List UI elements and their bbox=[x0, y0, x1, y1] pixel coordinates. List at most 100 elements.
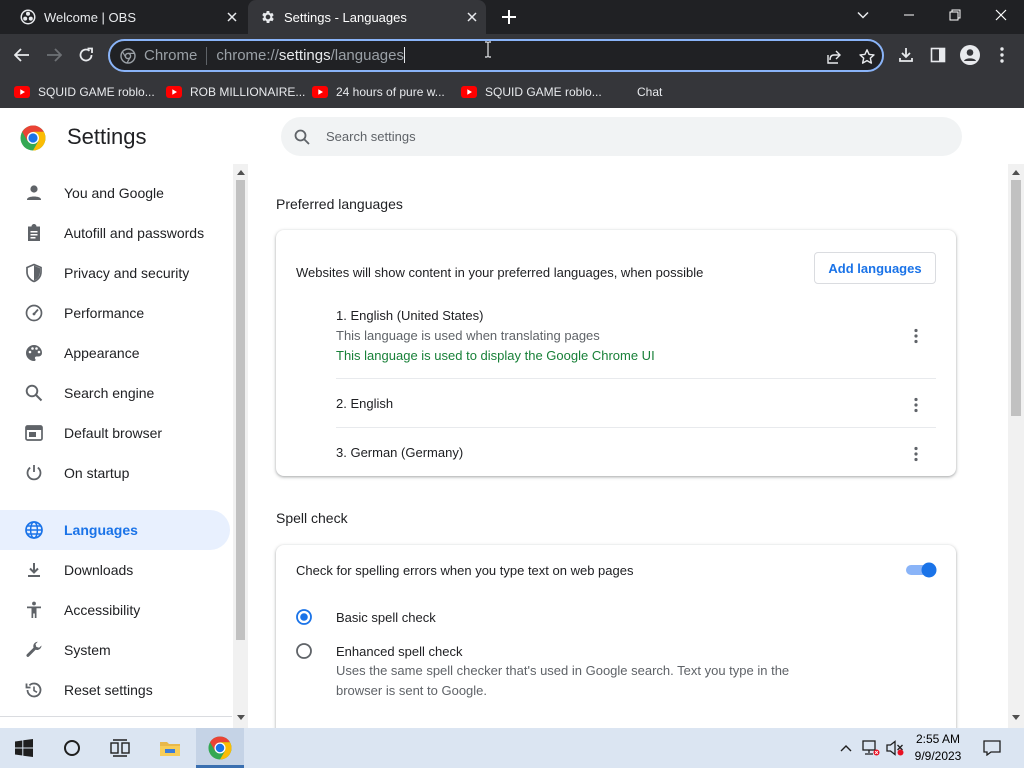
search-button[interactable] bbox=[48, 728, 96, 768]
bookmark-label: SQUID GAME roblo... bbox=[485, 85, 602, 99]
more-vertical-icon bbox=[1000, 47, 1004, 63]
minimize-button[interactable] bbox=[886, 0, 932, 30]
sidebar-item-on-startup[interactable]: On startup bbox=[0, 453, 232, 493]
sidebar-item-downloads[interactable]: Downloads bbox=[0, 550, 232, 590]
basic-spell-check-radio[interactable] bbox=[296, 609, 312, 625]
close-icon[interactable] bbox=[464, 9, 480, 25]
sidebar-item-reset[interactable]: Reset settings bbox=[0, 670, 232, 710]
profile-button[interactable] bbox=[959, 44, 981, 66]
sidebar-item-search-engine[interactable]: Search engine bbox=[0, 373, 232, 413]
power-icon bbox=[26, 465, 42, 481]
chevron-down-icon[interactable] bbox=[854, 6, 872, 24]
bookmark-item[interactable]: ROB MILLIONAIRE... bbox=[166, 82, 305, 102]
spell-check-label: Check for spelling errors when you type … bbox=[296, 563, 634, 578]
enhanced-spell-check-radio[interactable] bbox=[296, 643, 312, 659]
sidebar-item-privacy[interactable]: Privacy and security bbox=[0, 253, 232, 293]
sidebar-item-accessibility[interactable]: Accessibility bbox=[0, 590, 232, 630]
sidebar-item-languages[interactable]: Languages bbox=[0, 510, 230, 550]
network-button[interactable] bbox=[860, 728, 882, 768]
task-view-icon bbox=[110, 739, 130, 757]
sidebar-item-autofill[interactable]: Autofill and passwords bbox=[0, 213, 232, 253]
bookmark-label: ROB MILLIONAIRE... bbox=[190, 85, 306, 99]
sidebar-item-default-browser[interactable]: Default browser bbox=[0, 413, 232, 453]
sidebar-item-label: Reset settings bbox=[64, 682, 153, 698]
scroll-thumb[interactable] bbox=[1011, 180, 1021, 416]
bookmark-item[interactable]: 24 hours of pure w... bbox=[312, 82, 445, 102]
section-title-preferred-languages: Preferred languages bbox=[276, 196, 403, 212]
sidebar-scrollbar[interactable] bbox=[233, 164, 248, 728]
window-close-button[interactable] bbox=[978, 0, 1024, 30]
more-vertical-icon[interactable] bbox=[908, 397, 924, 413]
chrome-taskbar-button[interactable] bbox=[196, 728, 244, 768]
text-caret bbox=[404, 47, 405, 63]
file-explorer-button[interactable] bbox=[146, 728, 194, 768]
restore-button[interactable] bbox=[932, 0, 978, 30]
sidebar-item-appearance[interactable]: Appearance bbox=[0, 333, 232, 373]
tab-settings-languages[interactable]: Settings - Languages bbox=[248, 0, 486, 34]
sidebar-item-you-and-google[interactable]: You and Google bbox=[0, 173, 232, 213]
sidebar-item-label: Privacy and security bbox=[64, 265, 190, 281]
search-input[interactable] bbox=[326, 117, 926, 156]
share-icon[interactable] bbox=[825, 48, 843, 66]
address-bar[interactable]: Chrome chrome://settings/languages bbox=[108, 39, 884, 72]
chrome-logo-icon bbox=[208, 736, 232, 760]
side-panel-button[interactable] bbox=[927, 44, 949, 66]
menu-button[interactable] bbox=[991, 44, 1013, 66]
scroll-down-arrow-icon[interactable] bbox=[1012, 715, 1020, 721]
url-text[interactable]: chrome://settings/languages bbox=[216, 47, 405, 64]
show-hidden-icons-button[interactable] bbox=[836, 728, 856, 768]
sidebar-item-label: System bbox=[64, 642, 111, 658]
obs-icon bbox=[20, 9, 36, 25]
clipboard-icon bbox=[28, 224, 40, 241]
omnibox-separator bbox=[206, 46, 208, 65]
close-icon[interactable] bbox=[224, 9, 240, 25]
bookmark-item-chat[interactable]: Chat bbox=[637, 82, 662, 102]
action-center-button[interactable] bbox=[978, 728, 1006, 768]
row-divider bbox=[336, 378, 936, 379]
more-vertical-icon[interactable] bbox=[908, 328, 924, 344]
start-button[interactable] bbox=[0, 728, 48, 768]
youtube-icon bbox=[461, 86, 477, 98]
youtube-icon bbox=[166, 86, 182, 98]
bookmark-star-icon[interactable] bbox=[858, 48, 876, 66]
windows-taskbar: 2:55 AM 9/9/2023 bbox=[0, 728, 1024, 768]
wrench-icon bbox=[26, 641, 42, 657]
back-button[interactable] bbox=[11, 44, 33, 66]
close-icon bbox=[995, 9, 1007, 21]
scroll-down-arrow-icon[interactable] bbox=[237, 715, 245, 721]
language-note: This language is used when translating p… bbox=[336, 328, 600, 343]
search-settings-box[interactable] bbox=[281, 117, 962, 156]
notification-icon bbox=[983, 740, 1001, 756]
cortana-circle-icon bbox=[64, 740, 80, 756]
downloads-button[interactable] bbox=[895, 44, 917, 66]
reload-button[interactable] bbox=[75, 44, 97, 66]
sidebar-item-performance[interactable]: Performance bbox=[0, 293, 232, 333]
bookmarks-bar: SQUID GAME roblo... ROB MILLIONAIRE... 2… bbox=[0, 76, 1024, 108]
sidebar-item-system[interactable]: System bbox=[0, 630, 232, 670]
browser-icon bbox=[25, 425, 43, 441]
language-row: 1. English (United States) This language… bbox=[336, 308, 936, 368]
more-vertical-icon[interactable] bbox=[908, 446, 924, 462]
scroll-up-arrow-icon[interactable] bbox=[1012, 169, 1020, 175]
minimize-icon bbox=[904, 14, 914, 16]
forward-button[interactable] bbox=[43, 44, 65, 66]
url-host: settings bbox=[278, 47, 331, 64]
spell-check-toggle[interactable] bbox=[904, 562, 938, 578]
sidebar-item-label: You and Google bbox=[64, 185, 164, 201]
page-scrollbar[interactable] bbox=[1008, 164, 1024, 728]
scroll-thumb[interactable] bbox=[236, 180, 245, 640]
bookmark-item[interactable]: SQUID GAME roblo... bbox=[461, 82, 602, 102]
scroll-up-arrow-icon[interactable] bbox=[237, 169, 245, 175]
side-panel-icon bbox=[930, 47, 946, 63]
task-view-button[interactable] bbox=[96, 728, 144, 768]
clock-time[interactable]: 2:55 AM bbox=[900, 732, 976, 746]
tab-welcome-obs[interactable]: Welcome | OBS bbox=[8, 0, 246, 34]
clock-date[interactable]: 9/9/2023 bbox=[900, 749, 976, 763]
bookmark-label: SQUID GAME roblo... bbox=[38, 85, 155, 99]
arrow-left-icon bbox=[14, 48, 29, 62]
bookmark-item[interactable]: SQUID GAME roblo... bbox=[14, 82, 155, 102]
tab-strip: Welcome | OBS Settings - Languages bbox=[0, 0, 1024, 34]
new-tab-button[interactable] bbox=[499, 7, 519, 27]
add-languages-button[interactable]: Add languages bbox=[814, 252, 936, 284]
page-title: Settings bbox=[67, 124, 147, 149]
